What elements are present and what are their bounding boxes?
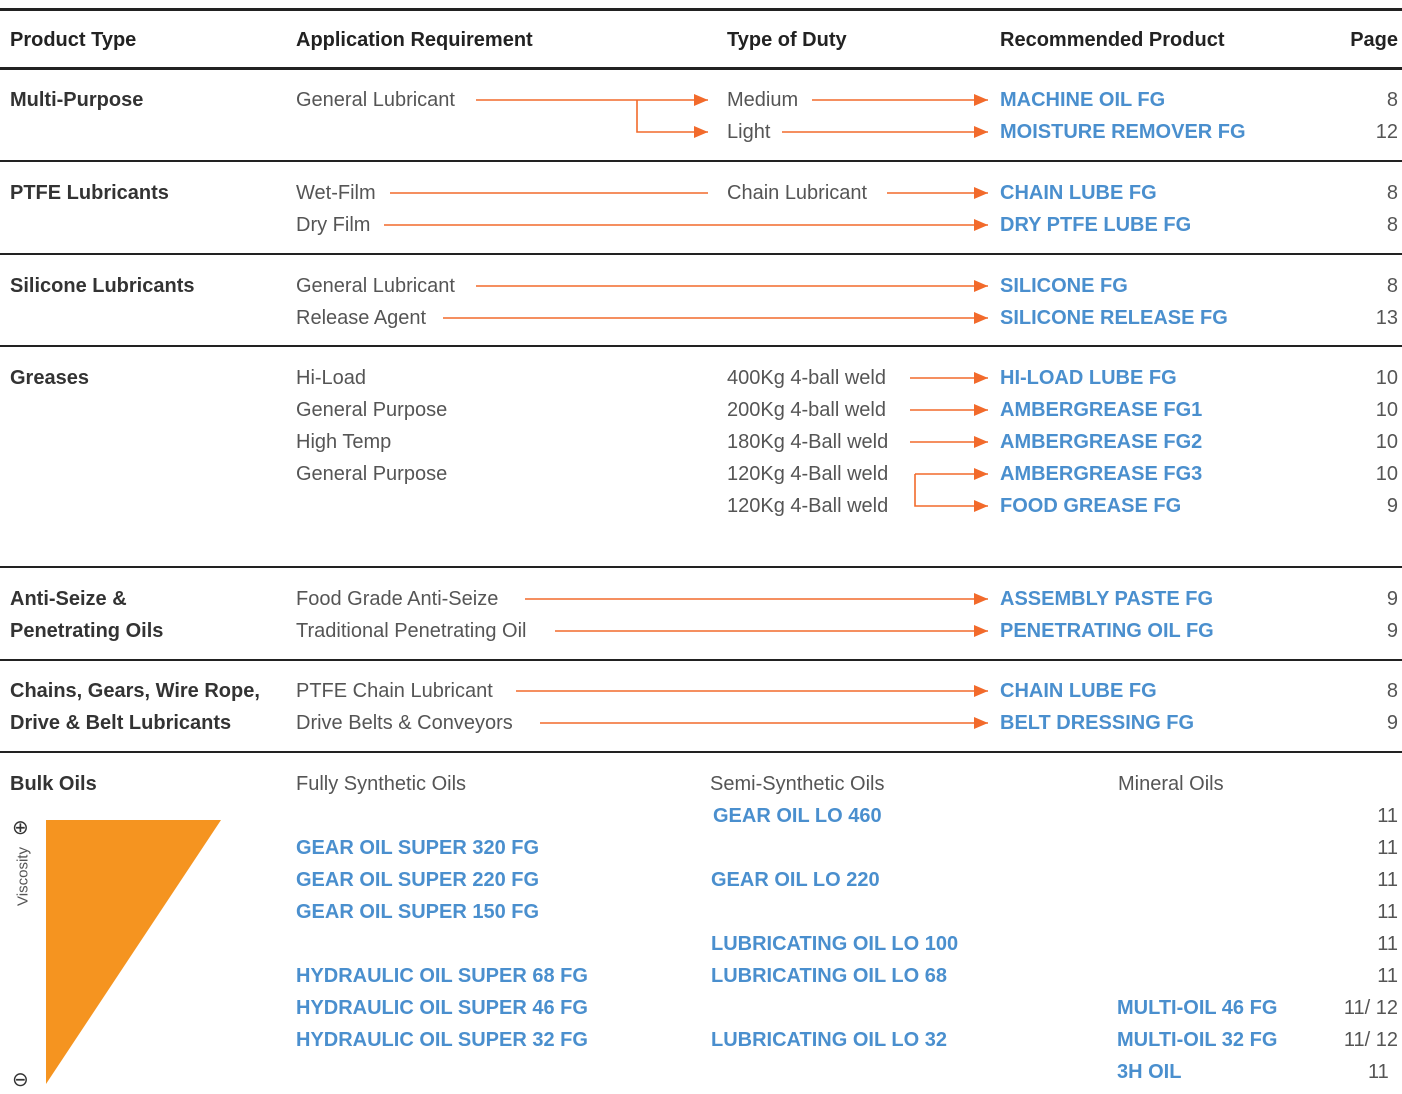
product-link[interactable]: HYDRAULIC OIL SUPER 68 FG bbox=[296, 964, 588, 988]
application-text: Food Grade Anti-Seize bbox=[296, 588, 499, 610]
connector-arrows bbox=[46, 94, 988, 1084]
application-text: Release Agent bbox=[296, 307, 427, 329]
column-heading-semi-synthetic: Semi-Synthetic Oils bbox=[710, 773, 885, 795]
page-number: 10 bbox=[1375, 367, 1398, 389]
page-number: 8 bbox=[1386, 89, 1398, 111]
column-heading-fully-synthetic: Fully Synthetic Oils bbox=[296, 773, 467, 795]
duty-text: Light bbox=[727, 121, 771, 143]
product-link[interactable]: PENETRATING OIL FG bbox=[1000, 619, 1214, 643]
duty-text: 120Kg 4-Ball weld bbox=[727, 463, 889, 485]
application-text: Drive Belts & Conveyors bbox=[296, 712, 513, 734]
page-number: 8 bbox=[1386, 214, 1398, 236]
duty-text: Chain Lubricant bbox=[727, 182, 868, 204]
product-link[interactable]: ASSEMBLY PASTE FG bbox=[1000, 587, 1213, 611]
application-text: General Lubricant bbox=[296, 89, 455, 111]
page-number: 9 bbox=[1386, 712, 1398, 734]
duty-text: Medium bbox=[727, 89, 799, 111]
page-number: 13 bbox=[1375, 307, 1398, 329]
page-number: 8 bbox=[1386, 680, 1398, 702]
header-application-requirement: Application Requirement bbox=[296, 29, 533, 51]
product-type-label: Drive & Belt Lubricants bbox=[10, 712, 232, 734]
page-number: 10 bbox=[1375, 431, 1398, 453]
application-text: General Lubricant bbox=[296, 275, 455, 297]
product-link[interactable]: GEAR OIL LO 220 bbox=[711, 868, 880, 892]
product-link[interactable]: HYDRAULIC OIL SUPER 32 FG bbox=[296, 1028, 588, 1052]
product-link[interactable]: SILICONE FG bbox=[1000, 274, 1128, 298]
header-type-of-duty: Type of Duty bbox=[727, 29, 847, 51]
product-type-label: Chains, Gears, Wire Rope, bbox=[10, 680, 260, 702]
product-type-label: Silicone Lubricants bbox=[10, 275, 195, 297]
product-link[interactable]: MULTI-OIL 32 FG bbox=[1117, 1028, 1277, 1052]
application-text: General Purpose bbox=[296, 399, 448, 421]
column-heading-mineral: Mineral Oils bbox=[1118, 773, 1224, 795]
product-link[interactable]: GEAR OIL SUPER 220 FG bbox=[296, 868, 539, 892]
page-number: 11 bbox=[1377, 933, 1398, 955]
page-number: 11 bbox=[1377, 837, 1398, 859]
product-type-label: Multi-Purpose bbox=[10, 89, 144, 111]
header-recommended-product: Recommended Product bbox=[1000, 29, 1225, 51]
application-text: Hi-Load bbox=[296, 367, 367, 389]
product-link[interactable]: 3H OIL bbox=[1117, 1060, 1181, 1084]
product-link[interactable]: CHAIN LUBE FG bbox=[1000, 181, 1157, 205]
product-link[interactable]: GEAR OIL LO 460 bbox=[713, 804, 882, 828]
duty-text: 200Kg 4-ball weld bbox=[727, 399, 886, 421]
application-text: Dry Film bbox=[296, 214, 371, 236]
application-text: Traditional Penetrating Oil bbox=[296, 620, 527, 642]
page-number: 8 bbox=[1386, 182, 1398, 204]
product-type-label: Greases bbox=[10, 367, 89, 389]
page-number: 8 bbox=[1386, 275, 1398, 297]
viscosity-label: Viscosity bbox=[14, 847, 32, 906]
product-link[interactable]: LUBRICATING OIL LO 100 bbox=[711, 932, 958, 956]
product-type-label: PTFE Lubricants bbox=[10, 182, 169, 204]
product-type-label: Penetrating Oils bbox=[10, 620, 164, 642]
product-type-label: Anti-Seize & bbox=[10, 588, 127, 610]
application-text: PTFE Chain Lubricant bbox=[296, 680, 493, 702]
product-link[interactable]: GEAR OIL SUPER 150 FG bbox=[296, 900, 539, 924]
product-link[interactable]: CHAIN LUBE FG bbox=[1000, 679, 1157, 703]
product-link[interactable]: LUBRICATING OIL LO 68 bbox=[711, 964, 947, 988]
product-link[interactable]: MULTI-OIL 46 FG bbox=[1117, 996, 1277, 1020]
page-number: 11 bbox=[1368, 1061, 1389, 1083]
duty-text: 400Kg 4-ball weld bbox=[727, 367, 886, 389]
application-text: Wet-Film bbox=[296, 182, 376, 204]
page-number: 9 bbox=[1386, 588, 1398, 610]
product-link[interactable]: HI-LOAD LUBE FG bbox=[1000, 366, 1177, 390]
page-number: 10 bbox=[1375, 399, 1398, 421]
page-number: 11/ 12 bbox=[1343, 997, 1398, 1019]
product-link[interactable]: HYDRAULIC OIL SUPER 46 FG bbox=[296, 996, 588, 1020]
page-number: 9 bbox=[1386, 495, 1398, 517]
product-link[interactable]: AMBERGREASE FG3 bbox=[1000, 462, 1202, 486]
page-number: 9 bbox=[1386, 620, 1398, 642]
page-number: 11/ 12 bbox=[1343, 1029, 1398, 1051]
application-text: General Purpose bbox=[296, 463, 448, 485]
viscosity-plus-icon: ⊕ bbox=[12, 817, 29, 839]
page-number: 11 bbox=[1377, 965, 1398, 987]
product-type-label: Bulk Oils bbox=[10, 773, 97, 795]
page-number: 10 bbox=[1375, 463, 1398, 485]
duty-text: 180Kg 4-Ball weld bbox=[727, 431, 889, 453]
product-link[interactable]: FOOD GREASE FG bbox=[1000, 494, 1181, 518]
product-link[interactable]: SILICONE RELEASE FG bbox=[1000, 306, 1228, 330]
page-number: 11 bbox=[1377, 869, 1398, 891]
product-link[interactable]: GEAR OIL SUPER 320 FG bbox=[296, 836, 539, 860]
page-number: 11 bbox=[1377, 805, 1398, 827]
application-text: High Temp bbox=[296, 431, 392, 453]
viscosity-minus-icon: ⊖ bbox=[12, 1069, 29, 1091]
product-link[interactable]: AMBERGREASE FG1 bbox=[1000, 398, 1202, 422]
product-link[interactable]: DRY PTFE LUBE FG bbox=[1000, 213, 1191, 237]
product-link[interactable]: LUBRICATING OIL LO 32 bbox=[711, 1028, 947, 1052]
header-product-type: Product Type bbox=[10, 29, 137, 51]
viscosity-triangle bbox=[46, 820, 221, 1084]
page-number: 11 bbox=[1377, 901, 1398, 923]
product-link[interactable]: MOISTURE REMOVER FG bbox=[1000, 120, 1246, 144]
product-link[interactable]: MACHINE OIL FG bbox=[1000, 88, 1165, 112]
product-link[interactable]: AMBERGREASE FG2 bbox=[1000, 430, 1202, 454]
header-page: Page bbox=[1350, 29, 1398, 51]
product-link[interactable]: BELT DRESSING FG bbox=[1000, 711, 1194, 735]
duty-text: 120Kg 4-Ball weld bbox=[727, 495, 889, 517]
page-number: 12 bbox=[1375, 121, 1398, 143]
